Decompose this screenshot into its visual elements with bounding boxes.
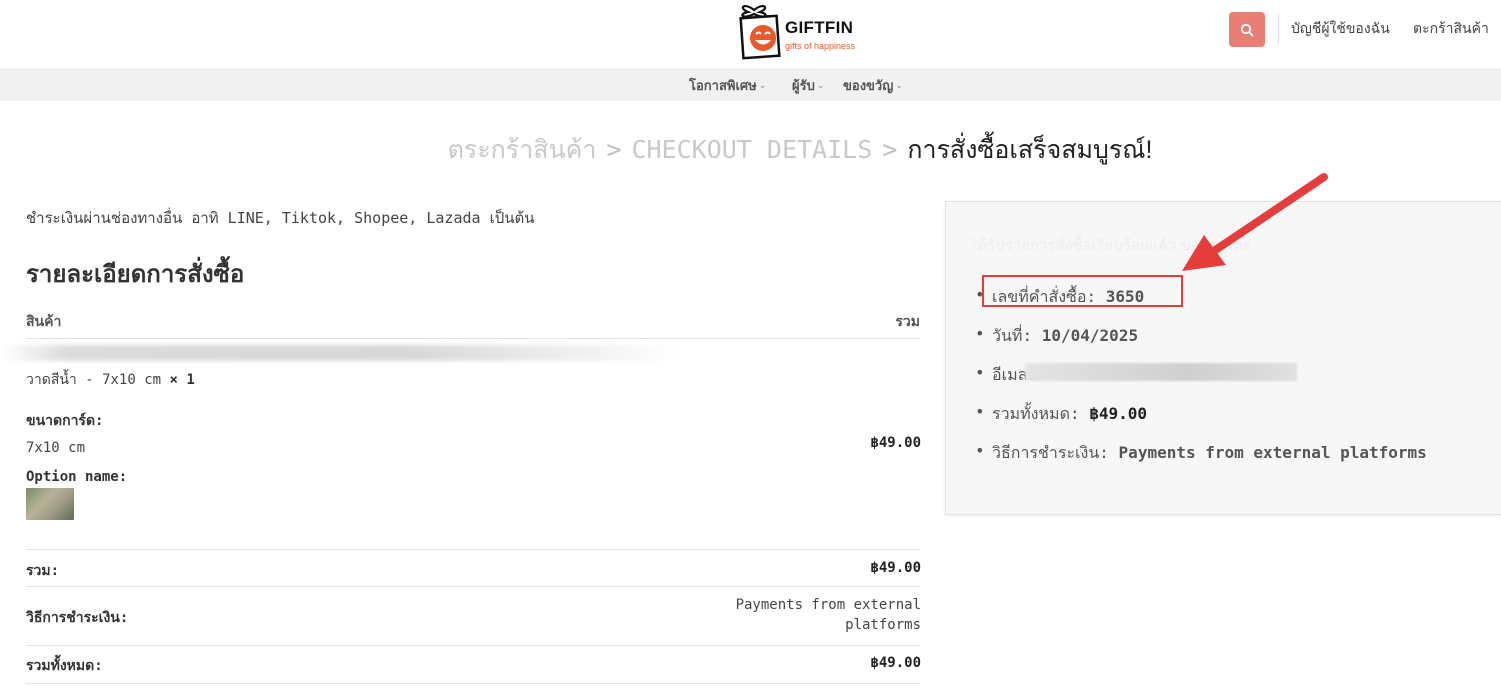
- bullet-dot: •: [975, 324, 985, 343]
- search-icon: [1240, 23, 1254, 36]
- payment-label: วิธีการชำระเงิน:: [992, 443, 1109, 462]
- chevron-down-icon: ⌄: [758, 80, 767, 90]
- nav-item-gifts[interactable]: ของขวัญ ⌄: [843, 75, 903, 96]
- nav-label: โอกาสพิเศษ: [689, 78, 757, 93]
- subtotal-value: ฿49.00: [870, 560, 921, 576]
- order-details-heading: รายละเอียดการสั่งซื้อ: [26, 261, 245, 288]
- brand-tagline: gifts of happiness: [785, 41, 856, 51]
- payment-value: Payments from external platforms: [1118, 443, 1427, 462]
- breadcrumb-separator: >: [882, 135, 898, 164]
- header-divider: [1278, 14, 1279, 44]
- breadcrumb-checkout-details[interactable]: CHECKOUT DETAILS: [631, 135, 872, 164]
- divider: [26, 586, 920, 587]
- product-name-line[interactable]: วาดสีน้ำ - 7x10 cm × 1: [26, 369, 195, 391]
- cart-link[interactable]: ตะกร้าสินค้า: [1413, 18, 1489, 40]
- nav-label: ของขวัญ: [843, 78, 894, 93]
- total-label: รวมทั้งหมด:: [992, 404, 1080, 423]
- bullet-dot: •: [975, 441, 985, 460]
- date-value: 10/04/2025: [1041, 326, 1139, 345]
- bullet-dot: •: [975, 363, 985, 382]
- column-header-product: สินค้า: [26, 314, 62, 330]
- breadcrumb-separator: >: [606, 135, 622, 164]
- divider: [26, 683, 920, 684]
- bullet-dot: •: [975, 402, 985, 421]
- payment-method-label: วิธีการชำระเงิน:: [26, 610, 129, 626]
- product-quantity: × 1: [169, 372, 195, 388]
- divider: [26, 549, 920, 550]
- card-size-label: ขนาดการ์ด:: [26, 413, 104, 429]
- payment-method-value: Payments from external platforms: [736, 597, 921, 633]
- date-label: วันที่:: [992, 326, 1033, 345]
- chevron-down-icon: ⌄: [816, 80, 825, 90]
- checkout-breadcrumb: ตระกร้าสินค้า > CHECKOUT DETAILS > การสั่งซื…: [0, 130, 1501, 170]
- payment-method-line1: Payments from external: [735, 597, 921, 613]
- option-thumbnail[interactable]: [26, 488, 74, 520]
- divider: [26, 645, 920, 646]
- nav-item-occasions[interactable]: โอกาสพิเศษ ⌄: [689, 75, 766, 96]
- redacted-email: [1025, 363, 1297, 381]
- payment-note: ชำระเงินผ่านช่องทางอื่น อาทิ LINE, Tikto…: [26, 209, 535, 227]
- item-price: ฿49.00: [870, 435, 921, 451]
- grand-total-label: รวมทั้งหมด:: [26, 658, 103, 674]
- subtotal-label: รวม:: [26, 563, 60, 579]
- total-value: ฿49.00: [1089, 404, 1148, 423]
- divider: [26, 338, 920, 339]
- chevron-down-icon: ⌄: [895, 80, 903, 90]
- payment-method-line2: platforms: [845, 617, 921, 633]
- redacted-product-name: [0, 345, 680, 361]
- nav-label: ผู้รับ: [792, 78, 815, 93]
- column-header-total: รวม: [895, 314, 920, 330]
- breadcrumb-cart[interactable]: ตระกร้าสินค้า: [448, 135, 597, 164]
- brand-name: GIFTFIN: [785, 18, 854, 37]
- annotation-arrow-icon: [1182, 173, 1328, 271]
- breadcrumb-order-complete: การสั่งซื้อเสร็จสมบูรณ์!: [907, 136, 1153, 164]
- account-link[interactable]: บัญชีผู้ใช้ของฉัน: [1291, 18, 1390, 40]
- option-name-label: Option name:: [26, 469, 128, 485]
- card-size-value: 7x10 cm: [26, 440, 86, 456]
- nav-item-recipients[interactable]: ผู้รับ ⌄: [792, 75, 824, 96]
- grand-total-value: ฿49.00: [870, 655, 921, 671]
- search-button[interactable]: [1229, 12, 1265, 47]
- product-name: วาดสีน้ำ - 7x10 cm: [26, 372, 162, 388]
